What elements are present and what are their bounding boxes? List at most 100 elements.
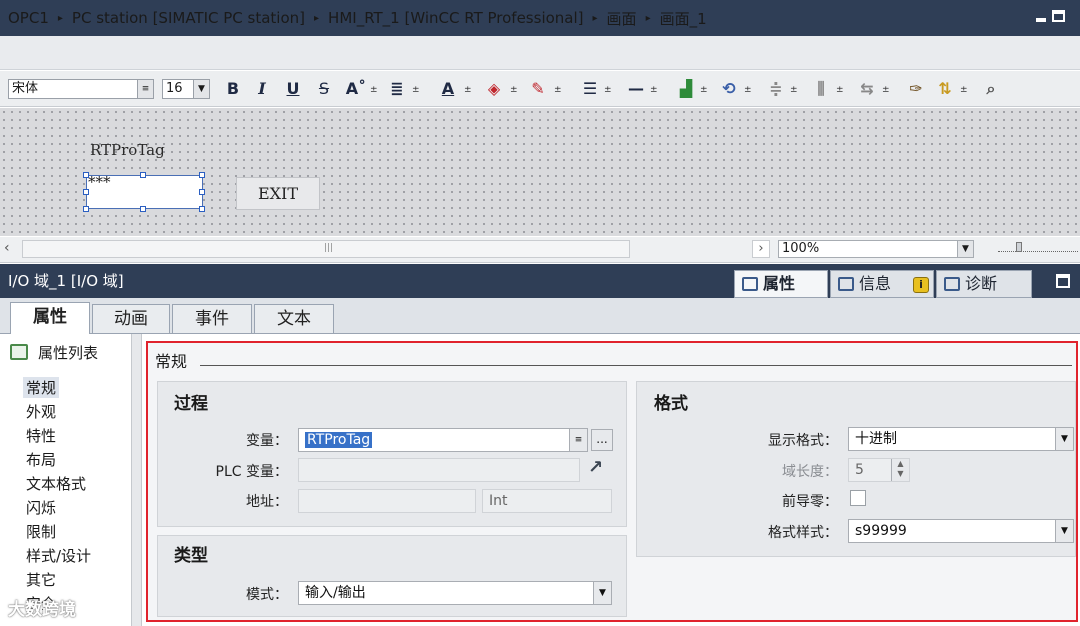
chevron-down-icon[interactable]: ± [650,79,658,101]
chevron-down-icon[interactable]: ± [510,79,518,101]
font-name-combo[interactable]: 宋体 ≡ [8,79,154,99]
mode-select[interactable]: 输入/输出 ▼ [298,581,612,605]
strikethrough-button[interactable]: S [316,79,332,99]
chevron-down-icon[interactable]: ± [836,79,844,101]
line-color-icon[interactable]: ✎ [528,79,548,99]
nav-item-flashing[interactable]: 闪烁 [26,497,56,518]
resize-handle[interactable] [140,172,146,178]
format-pattern-select[interactable]: s99999 ▼ [848,519,1074,543]
breadcrumb-item[interactable]: 画面_1 [660,8,707,29]
bold-button[interactable]: B [224,79,242,99]
chevron-down-icon[interactable]: ▼ [593,582,611,604]
breadcrumb-separator: ▸ [645,12,651,24]
scroll-left-icon[interactable]: ‹ [4,240,20,258]
minimize-icon[interactable] [1036,18,1046,22]
leading-zeros-checkbox[interactable] [850,490,866,506]
tab-properties-sub[interactable]: 属性 [10,302,90,335]
canvas-text-label[interactable]: RTProTag [90,141,165,159]
distribute-icon[interactable]: ⫼ [810,79,832,99]
resize-handle[interactable] [199,206,205,212]
resize-handle[interactable] [83,206,89,212]
nav-item-styles[interactable]: 样式/设计 [26,545,91,566]
chevron-down-icon[interactable]: ± [604,79,612,101]
zoom-slider-knob[interactable] [1016,242,1022,252]
exit-button[interactable]: EXIT [236,177,320,210]
tab-label: 诊断 [965,274,998,293]
tab-animations[interactable]: 动画 [92,304,170,333]
nav-item-text-format[interactable]: 文本格式 [26,473,86,494]
breadcrumb-item[interactable]: PC station [SIMATIC PC station] [72,9,305,27]
tab-properties[interactable]: 属性 [734,270,828,298]
nav-item-layout[interactable]: 布局 [26,449,56,470]
chevron-down-icon[interactable]: ± [882,79,890,101]
zoom-area-icon[interactable]: ⌕ [980,79,1002,99]
go-to-tag-icon[interactable]: ↗ [588,457,603,478]
chevron-down-icon[interactable]: ± [744,79,752,101]
chevron-down-icon[interactable]: ± [464,79,472,101]
format-painter-icon[interactable]: ✑ [906,79,926,99]
tag-list-icon[interactable]: ≡ [569,429,587,451]
property-list-icon [10,344,28,360]
underline-button[interactable]: U [284,79,302,99]
chevron-down-icon[interactable]: ▼ [1055,520,1073,542]
display-format-value: 十进制 [855,431,897,447]
chevron-down-icon[interactable]: ± [412,79,420,101]
chevron-down-icon[interactable]: ± [370,79,378,101]
maximize-icon[interactable] [1056,274,1070,288]
display-format-select[interactable]: 十进制 ▼ [848,427,1074,451]
tab-events[interactable]: 事件 [172,304,252,333]
fill-color-icon[interactable]: ◈ [484,79,504,99]
same-size-icon[interactable]: ⇆ [856,79,878,99]
variable-field[interactable]: RTProTag ≡ [298,428,588,452]
arrange-icon[interactable]: ▟ [676,79,696,99]
nav-item-characteristics[interactable]: 特性 [26,425,56,446]
address-type-field: Int [482,489,612,513]
line-width-icon[interactable]: — [626,79,646,99]
chevron-down-icon[interactable]: ± [790,79,798,101]
resize-handle[interactable] [199,172,205,178]
breadcrumb-item[interactable]: 画面 [607,8,637,29]
tab-diagnostics[interactable]: 诊断 [936,270,1032,298]
font-size-combo[interactable]: 16 ▼ [162,79,210,99]
align-text-icon[interactable]: ≣ [386,79,408,99]
tab-texts[interactable]: 文本 [254,304,334,333]
screen-canvas[interactable] [0,108,1080,236]
align-objects-icon[interactable]: ≑ [766,79,786,99]
property-list-scrollbar[interactable] [132,334,142,626]
resize-handle[interactable] [199,189,205,195]
italic-button[interactable]: I [254,79,270,99]
nav-item-limits[interactable]: 限制 [26,521,56,542]
resize-handle[interactable] [83,189,89,195]
resize-handle[interactable] [140,206,146,212]
section-title: 常规 [155,352,188,371]
variable-value: RTProTag [305,432,373,448]
scroll-right-icon[interactable]: › [752,240,770,258]
restore-icon[interactable] [1052,10,1065,22]
zoom-select[interactable]: 100% ▼ [778,240,974,258]
variable-label: 变量： [246,433,288,449]
chevron-down-icon[interactable]: ± [700,79,708,101]
chevron-down-icon[interactable]: ± [554,79,562,101]
nav-item-general[interactable]: 常规 [23,377,60,398]
rotate-icon[interactable]: ⟲ [718,79,740,99]
breadcrumb-item[interactable]: OPC1 [8,9,49,27]
chevron-down-icon[interactable]: ▼ [957,241,973,257]
chevron-down-icon[interactable]: ▼ [193,80,209,98]
inspector-title: I/O 域_1 [I/O 域] [8,272,124,290]
layers-icon[interactable]: ⇅ [934,79,956,99]
address-label: 地址： [246,494,288,510]
breadcrumb-item[interactable]: HMI_RT_1 [WinCC RT Professional] [328,9,583,27]
font-grow-button[interactable]: A˚ [344,79,368,99]
tab-label: 信息 [859,274,892,293]
nav-item-miscellaneous[interactable]: 其它 [26,569,56,590]
chevron-down-icon[interactable]: ± [960,79,968,101]
resize-handle[interactable] [83,172,89,178]
zoom-slider[interactable] [998,242,1078,252]
browse-button[interactable]: ... [591,429,613,451]
scroll-thumb-icon[interactable]: ||| [324,243,336,255]
font-color-icon[interactable]: A [438,79,458,99]
chevron-down-icon[interactable]: ▼ [1055,428,1073,450]
nav-item-appearance[interactable]: 外观 [26,401,56,422]
line-style-icon[interactable]: ☰ [580,79,600,99]
font-list-icon[interactable]: ≡ [137,80,153,98]
